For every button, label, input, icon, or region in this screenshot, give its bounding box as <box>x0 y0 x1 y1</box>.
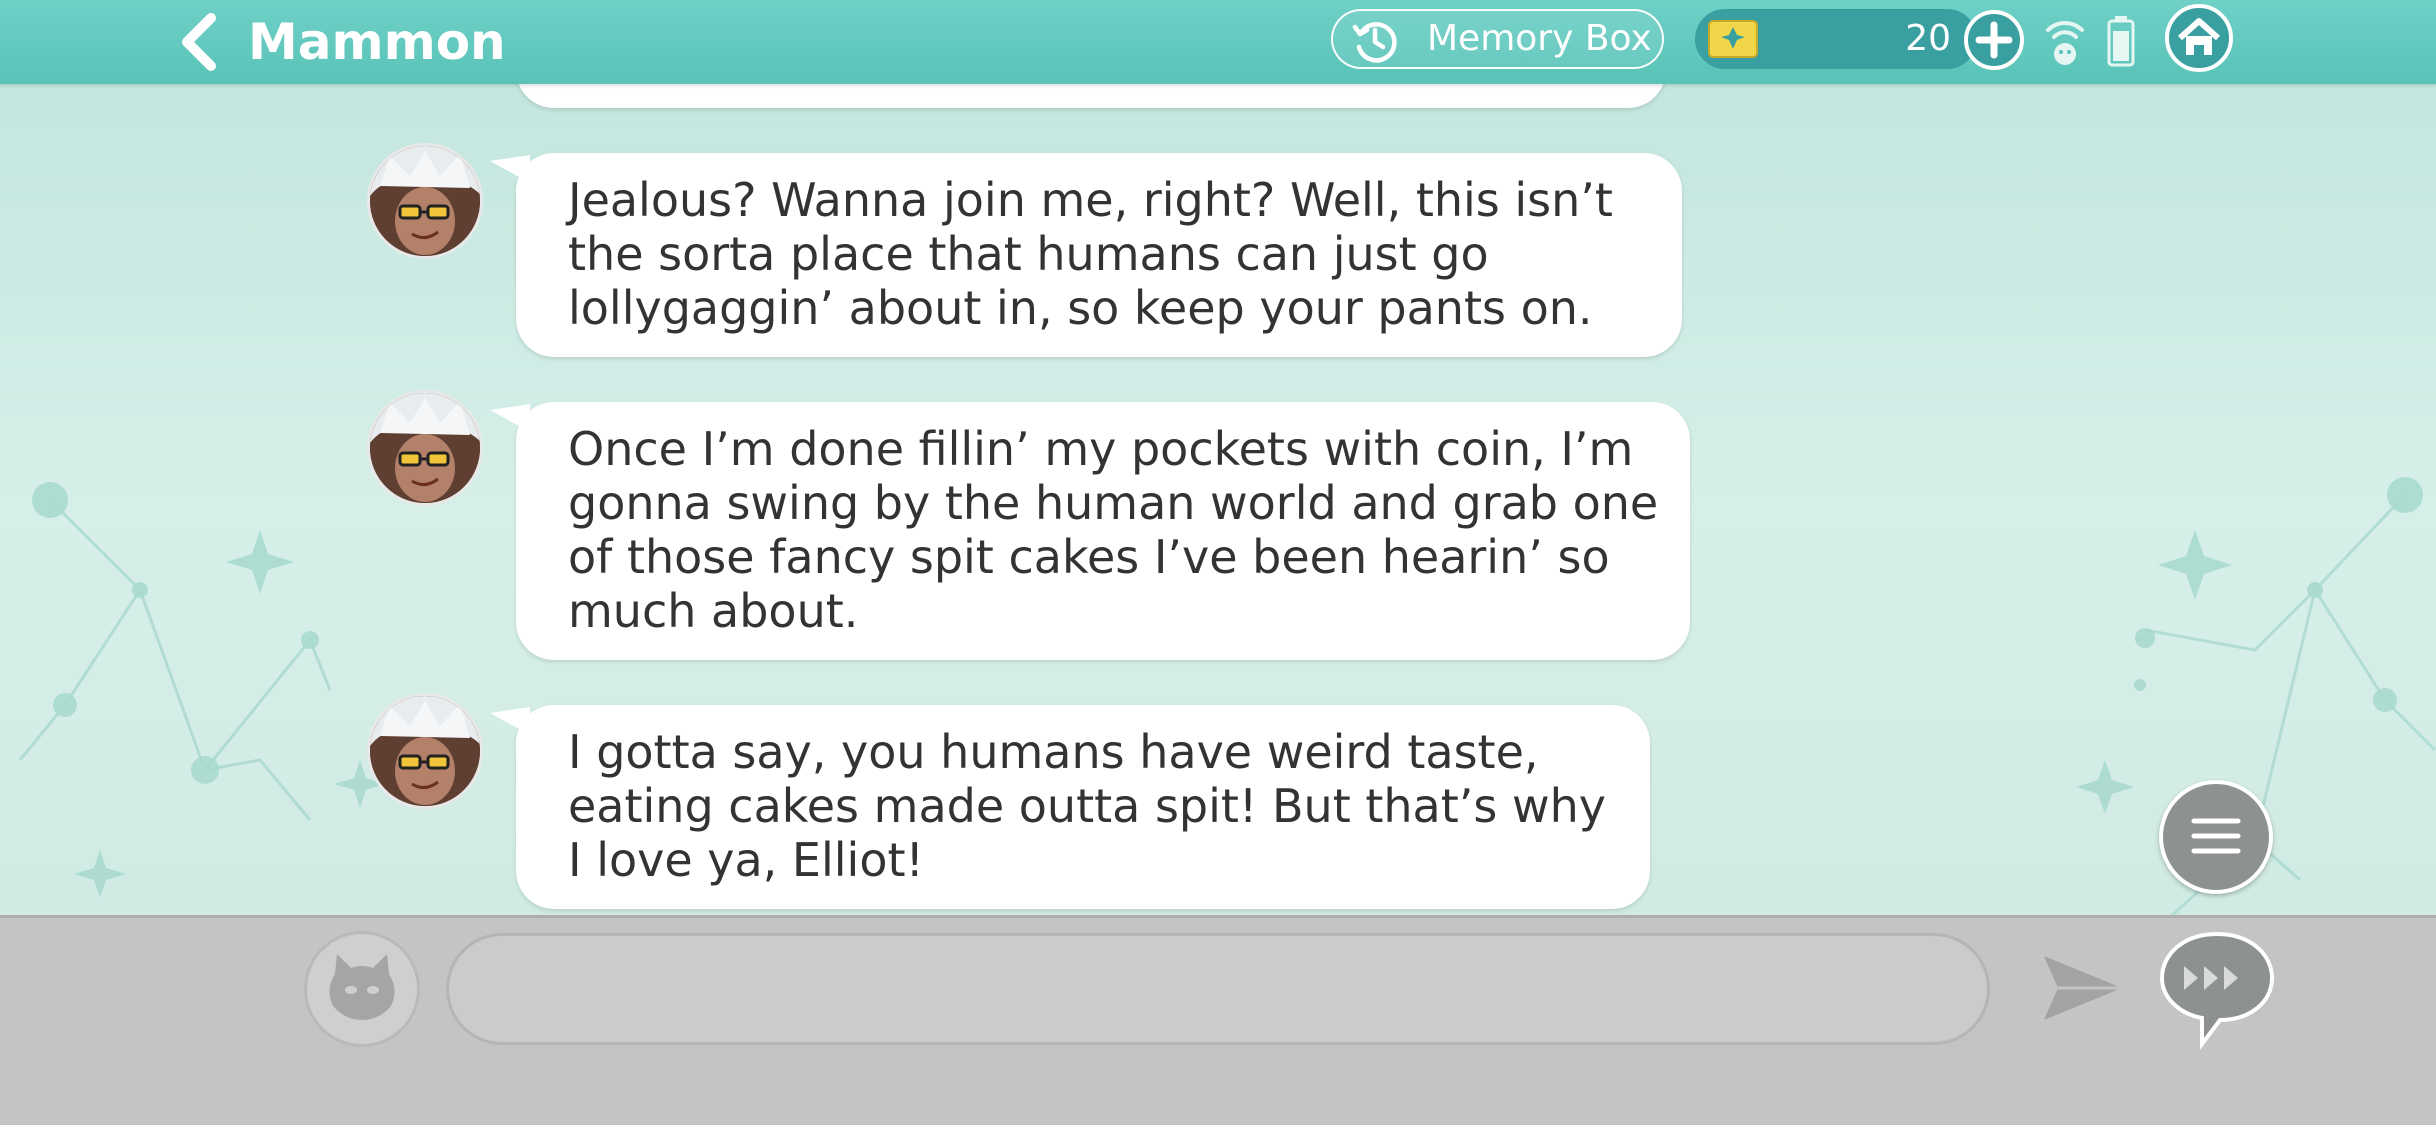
message-text: Jealous? Wanna join me, right? Well, thi… <box>568 173 1613 335</box>
gem-icon <box>1708 20 1758 58</box>
send-arrow-icon <box>2044 956 2122 1020</box>
message-bubble: I gotta say, you humans have weird taste… <box>490 705 1650 909</box>
home-icon <box>2165 4 2233 72</box>
bubble-tail <box>490 155 530 183</box>
message-input[interactable] <box>446 933 1990 1045</box>
menu-button[interactable] <box>2159 780 2273 894</box>
home-button[interactable] <box>2164 3 2234 73</box>
devil-face-icon <box>329 954 395 1020</box>
send-button[interactable] <box>2040 950 2126 1026</box>
battery-icon <box>2107 16 2135 67</box>
fast-forward-bubble-icon <box>2159 931 2275 1050</box>
currency-count: 20 <box>1905 18 1951 59</box>
message-bubble: Once I’m done fillin’ my pockets with co… <box>490 402 1690 660</box>
avatar <box>367 693 483 809</box>
back-button[interactable] <box>175 12 219 72</box>
character-portrait-icon <box>370 696 480 806</box>
avatar <box>367 143 483 259</box>
message-bubble: Jealous? Wanna join me, right? Well, thi… <box>490 153 1682 357</box>
chat-screen: Mammon Memory Box 20 Jealous? Wanna join… <box>0 0 2436 1125</box>
top-bar: Mammon Memory Box 20 <box>0 0 2436 84</box>
message-text: I gotta say, you humans have weird taste… <box>568 725 1606 887</box>
wifi-icon <box>2046 20 2084 65</box>
memory-box-button[interactable]: Memory Box <box>1331 9 1664 69</box>
skip-button[interactable] <box>2156 928 2278 1050</box>
add-currency-button[interactable] <box>1963 9 2025 71</box>
avatar <box>367 390 483 506</box>
history-clock-icon <box>1352 22 1397 63</box>
hamburger-menu-icon <box>2191 818 2241 854</box>
message-text: Once I’m done fillin’ my pockets with co… <box>568 422 1659 638</box>
chat-title: Mammon <box>248 13 506 71</box>
plus-icon <box>1964 10 2024 70</box>
stamp-button[interactable] <box>304 931 420 1047</box>
bubble-tail <box>490 404 530 432</box>
memory-box-label: Memory Box <box>1427 18 1652 59</box>
currency-counter: 20 <box>1695 9 1977 69</box>
bubble-tail <box>490 707 530 735</box>
character-portrait-icon <box>370 146 480 256</box>
chevron-left-icon <box>182 13 216 71</box>
character-portrait-icon <box>370 393 480 503</box>
